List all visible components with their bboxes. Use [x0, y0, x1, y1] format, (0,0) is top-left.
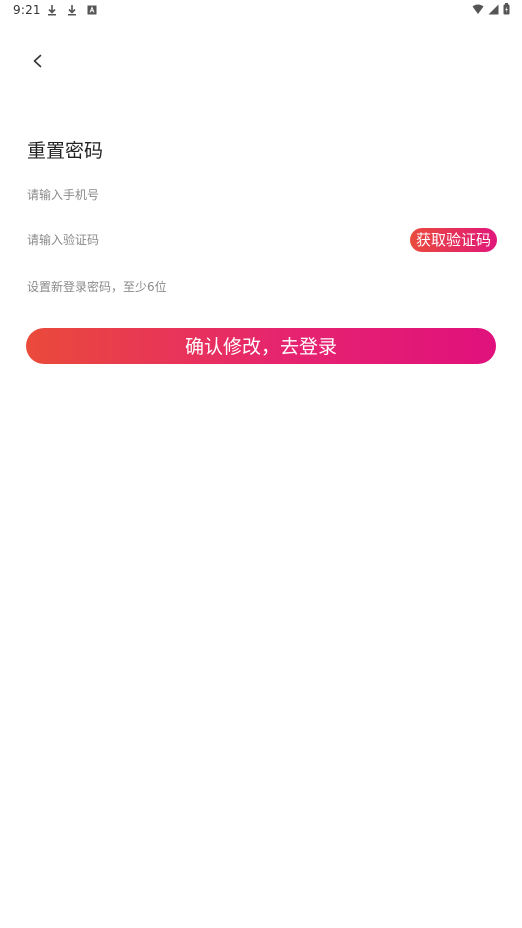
get-code-button[interactable]: 获取验证码 — [409, 228, 497, 252]
download-icon — [68, 5, 76, 16]
new-password-input[interactable] — [27, 273, 387, 301]
chevron-left-icon — [33, 54, 42, 68]
confirm-button[interactable]: 确认修改，去登录 — [26, 328, 496, 364]
back-button[interactable] — [26, 50, 50, 74]
wifi-icon — [472, 4, 484, 14]
password-field — [27, 273, 497, 301]
code-field: 获取验证码 — [27, 226, 497, 254]
signal-icon — [488, 4, 499, 14]
status-left-icons — [46, 4, 98, 16]
phone-field — [27, 181, 497, 209]
battery-icon — [503, 3, 510, 15]
status-bar: 9:21 — [0, 0, 522, 22]
download-icon — [48, 5, 56, 16]
status-time: 9:21 — [13, 3, 41, 17]
verification-code-input[interactable] — [27, 226, 387, 254]
a-icon — [87, 5, 97, 15]
status-right-icons — [472, 3, 510, 15]
page-title: 重置密码 — [27, 140, 104, 162]
phone-input[interactable] — [27, 181, 387, 209]
